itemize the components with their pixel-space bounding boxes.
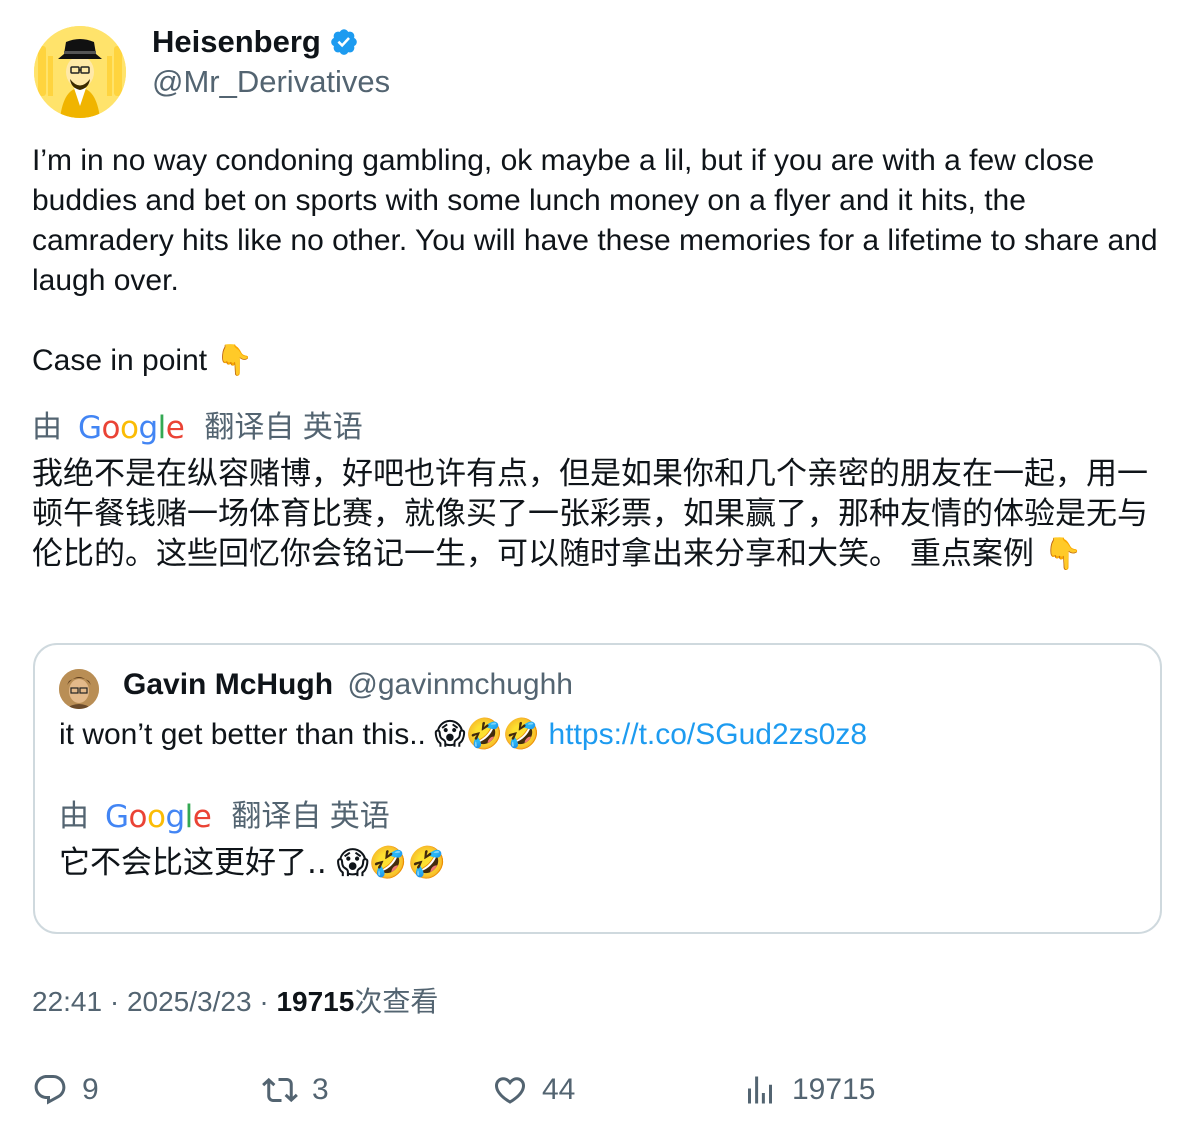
analytics-icon xyxy=(748,1076,772,1104)
quoted-translation-attribution: 由 Google 翻译自 英语 xyxy=(59,799,390,835)
verified-badge-icon xyxy=(331,29,357,55)
translation-by-label: 由 xyxy=(32,411,62,444)
quoted-tweet-text-row: it won’t get better than this.. 😱🤣🤣 http… xyxy=(59,715,867,755)
author-name-row: Heisenberg xyxy=(152,22,359,62)
google-logo: Google xyxy=(105,799,212,835)
tweet-time[interactable]: 22:41 xyxy=(32,986,102,1017)
views-suffix: 次查看 xyxy=(354,986,439,1017)
views-button[interactable]: 19715 xyxy=(742,1072,875,1108)
reply-count: 9 xyxy=(82,1073,99,1106)
quoted-tweet-translated-text: 它不会比这更好了.. 😱🤣🤣 xyxy=(59,845,447,881)
quoted-author-name[interactable]: Gavin McHugh xyxy=(123,668,333,701)
quoted-translation-by-label: 由 xyxy=(59,800,89,833)
reply-button[interactable]: 9 xyxy=(32,1072,99,1108)
translation-from-label: 翻译自 英语 xyxy=(204,411,363,444)
quoted-tweet-link[interactable]: https://t.co/SGud2zs0z8 xyxy=(549,718,868,751)
reply-icon xyxy=(34,1075,66,1105)
tweet-translated-text: 我绝不是在纵容赌博，好吧也许有点，但是如果你和几个亲密的朋友在一起，用一顿午餐钱… xyxy=(32,456,1148,572)
translation-attribution: 由 Google 翻译自 英语 xyxy=(32,410,363,446)
quoted-translation-from-label: 翻译自 英语 xyxy=(231,800,390,833)
author-display-name[interactable]: Heisenberg xyxy=(152,22,321,62)
gavin-avatar-icon xyxy=(59,669,99,709)
like-count: 44 xyxy=(542,1073,576,1106)
views-count: 19715 xyxy=(276,986,355,1017)
heisenberg-avatar-icon xyxy=(34,26,126,118)
quoted-author-avatar xyxy=(59,669,99,709)
retweet-icon xyxy=(262,1077,298,1103)
quoted-author-header: Gavin McHugh @gavinmchughh xyxy=(123,665,573,705)
tweet-actions-bar: 9 3 44 19715 xyxy=(0,1064,1196,1116)
views-action-count: 19715 xyxy=(792,1073,876,1106)
heart-icon xyxy=(494,1077,526,1104)
meta-separator: · xyxy=(109,986,120,1017)
tweet-meta: 22:41 · 2025/3/23 · 19715次查看 xyxy=(32,982,438,1022)
meta-separator: · xyxy=(259,986,269,1017)
like-button[interactable]: 44 xyxy=(492,1072,575,1108)
author-avatar[interactable] xyxy=(34,26,126,118)
quoted-author-handle[interactable]: @gavinmchughh xyxy=(347,668,573,701)
quoted-tweet-text: it won’t get better than this.. 😱🤣🤣 xyxy=(59,718,541,751)
google-logo: Google xyxy=(78,410,185,446)
quoted-tweet-card[interactable]: Gavin McHugh @gavinmchughh it won’t get … xyxy=(33,643,1162,934)
retweet-count: 3 xyxy=(312,1073,329,1106)
tweet-text: I’m in no way condoning gambling, ok may… xyxy=(32,144,1158,377)
retweet-button[interactable]: 3 xyxy=(262,1072,329,1108)
tweet-date[interactable]: 2025/3/23 xyxy=(127,986,252,1017)
author-handle[interactable]: @Mr_Derivatives xyxy=(152,62,390,102)
